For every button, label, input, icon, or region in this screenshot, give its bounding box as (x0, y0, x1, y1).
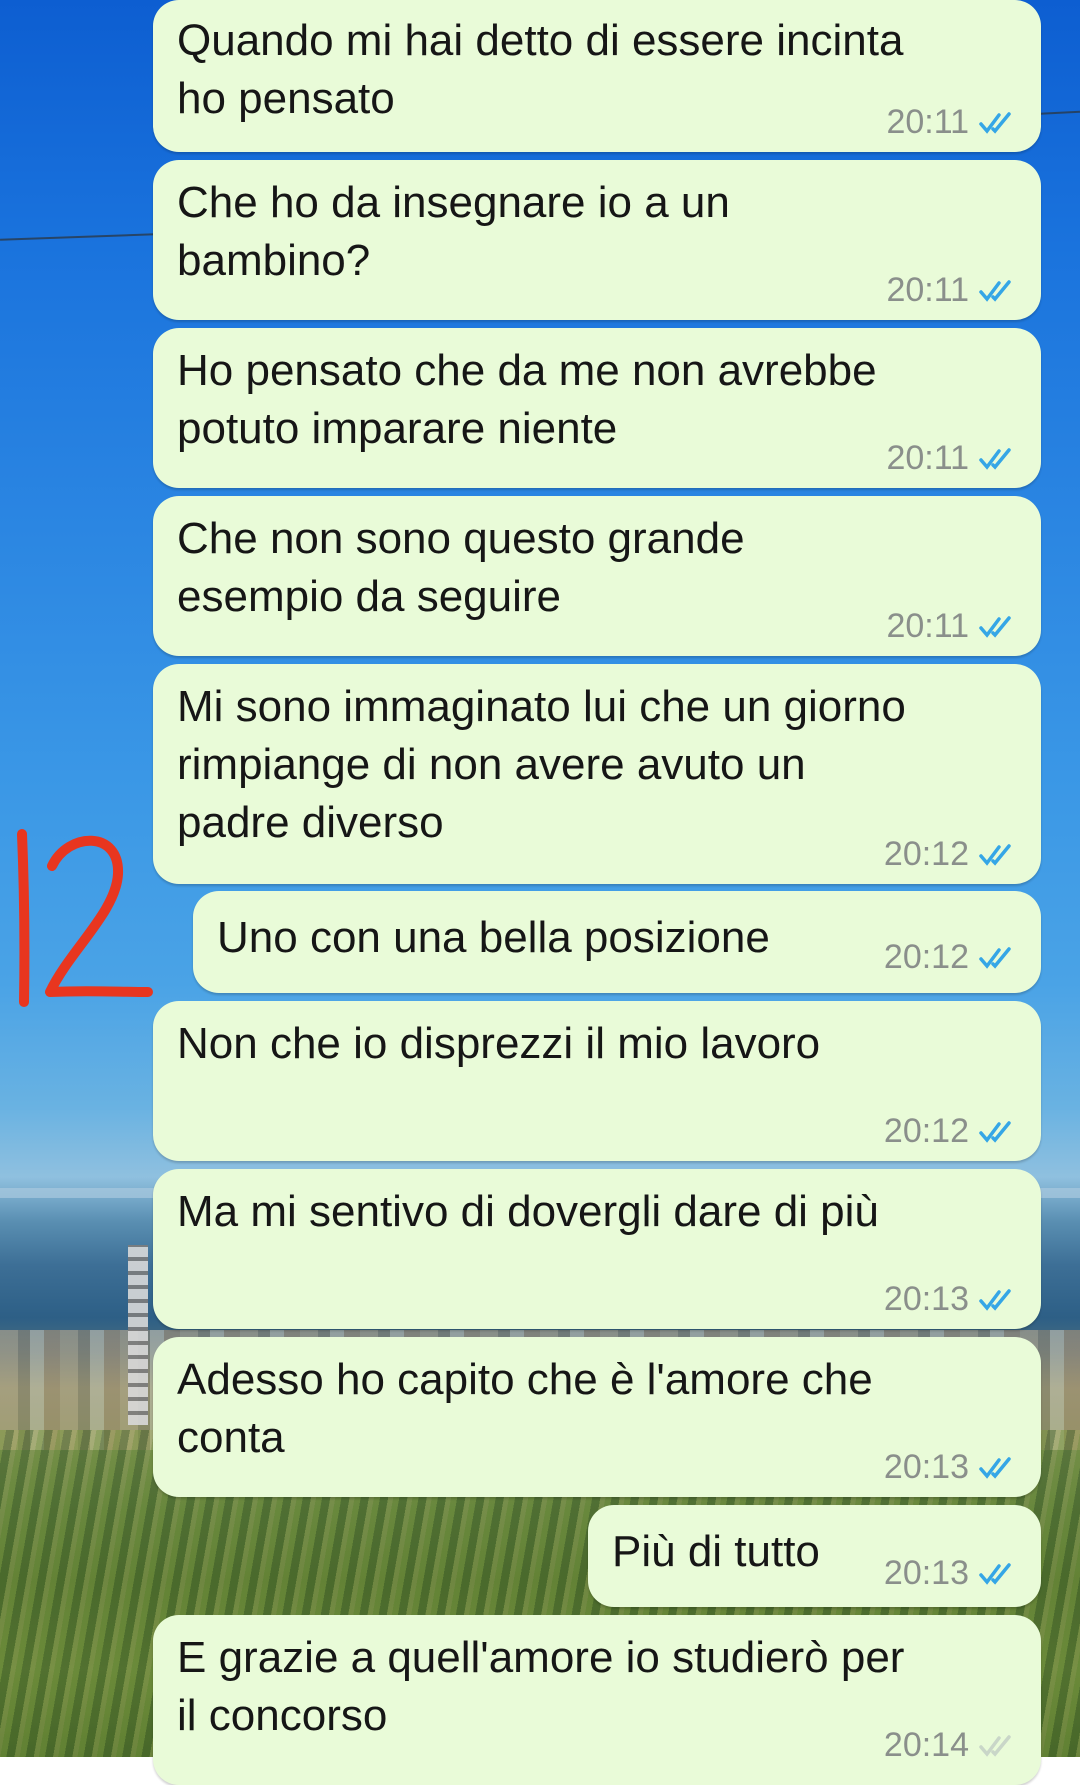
message-meta: 20:12 (884, 1112, 1019, 1151)
message-text: Mi sono immaginato lui che un giorno rim… (177, 682, 906, 847)
message-text: Non che io disprezzi il mio lavoro (177, 1019, 821, 1068)
message-time: 20:11 (886, 607, 969, 645)
double-check-icon (979, 279, 1019, 303)
message-time: 20:14 (883, 1726, 969, 1764)
double-check-icon (979, 1734, 1019, 1758)
double-check-icon (979, 447, 1019, 471)
message-bubble[interactable]: Mi sono immaginato lui che un giorno rim… (153, 664, 1041, 884)
message-time: 20:11 (886, 439, 969, 477)
message-time: 20:13 (883, 1554, 969, 1592)
message-meta: 20:11 (886, 439, 1019, 478)
message-meta: 20:14 (884, 1726, 1019, 1765)
message-time: 20:11 (886, 103, 969, 141)
message-meta: 20:13 (884, 1280, 1019, 1319)
message-bubble[interactable]: Che non sono questo grande esempio da se… (153, 496, 1041, 656)
message-time: 20:13 (883, 1280, 969, 1318)
message-bubble[interactable]: Ma mi sentivo di dovergli dare di più 20… (153, 1169, 1041, 1329)
message-meta: 20:11 (886, 271, 1019, 310)
double-check-icon (979, 1562, 1019, 1586)
message-bubble[interactable]: Quando mi hai detto di essere incinta ho… (153, 0, 1041, 152)
message-meta: 20:11 (886, 103, 1019, 142)
double-check-icon (979, 615, 1019, 639)
message-meta: 20:12 (884, 938, 1019, 977)
double-check-icon (979, 843, 1019, 867)
message-time: 20:12 (883, 835, 969, 873)
message-time: 20:12 (883, 938, 969, 976)
message-time: 20:12 (883, 1112, 969, 1150)
double-check-icon (979, 1120, 1019, 1144)
message-bubble[interactable]: E grazie a quell'amore io studierò per i… (153, 1615, 1041, 1785)
message-meta: 20:13 (884, 1554, 1019, 1593)
message-bubble[interactable]: Non che io disprezzi il mio lavoro 20:12 (153, 1001, 1041, 1161)
message-bubble[interactable]: Uno con una bella posizione 20:12 (193, 891, 1041, 993)
message-time: 20:11 (886, 271, 969, 309)
message-text: Ma mi sentivo di dovergli dare di più (177, 1187, 879, 1236)
double-check-icon (979, 111, 1019, 135)
message-meta: 20:12 (884, 835, 1019, 874)
message-time: 20:13 (883, 1448, 969, 1486)
message-meta: 20:13 (884, 1448, 1019, 1487)
double-check-icon (979, 946, 1019, 970)
message-bubble[interactable]: Più di tutto 20:13 (588, 1505, 1041, 1607)
message-bubble[interactable]: Ho pensato che da me non avrebbe potuto … (153, 328, 1041, 488)
message-bubble[interactable]: Che ho da insegnare io a un bambino? 20:… (153, 160, 1041, 320)
double-check-icon (979, 1456, 1019, 1480)
double-check-icon (979, 1288, 1019, 1312)
message-meta: 20:11 (886, 607, 1019, 646)
message-bubble[interactable]: Adesso ho capito che è l'amore che conta… (153, 1337, 1041, 1497)
handwritten-annotation (8, 822, 158, 1012)
chat-message-list[interactable]: Quando mi hai detto di essere incinta ho… (0, 0, 1080, 1785)
